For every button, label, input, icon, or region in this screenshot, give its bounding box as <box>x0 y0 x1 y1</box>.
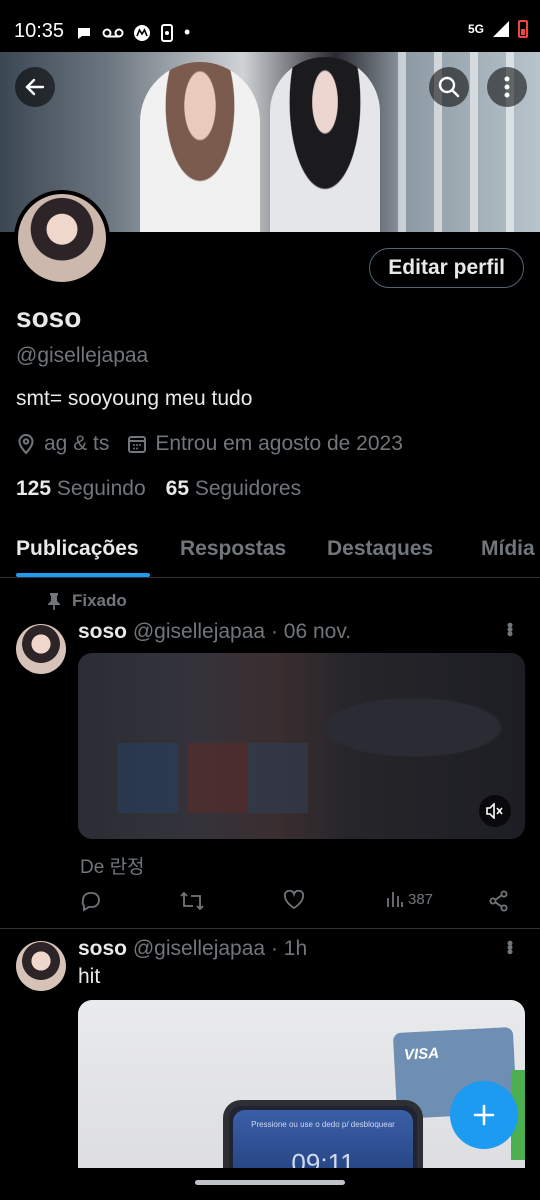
plus-icon <box>473 1104 495 1126</box>
system-nav-bar <box>0 1168 540 1200</box>
chat-bubble-icon <box>78 27 90 39</box>
post-separator: · <box>270 620 278 643</box>
repost-button[interactable] <box>179 890 205 912</box>
pinned-text: Fixado <box>72 591 127 610</box>
volume-muted-icon <box>486 803 503 819</box>
post-video[interactable] <box>78 653 525 839</box>
post-avatar[interactable] <box>16 624 66 674</box>
more-vertical-icon <box>504 76 510 98</box>
views-button[interactable]: 387 <box>386 890 433 908</box>
compose-button[interactable] <box>450 1081 518 1149</box>
post-author-handle: @gisellejapaa <box>132 937 266 960</box>
video-backdrop-left <box>118 743 178 813</box>
tab-highlights[interactable]: Destaques <box>327 537 433 561</box>
post-divider <box>0 928 540 929</box>
dot-icon: • <box>184 22 191 42</box>
profile-tabs: Publicações Respostas Destaques Mídia <box>0 522 540 578</box>
back-button[interactable] <box>15 67 55 107</box>
heart-icon <box>283 890 305 910</box>
profile-bio: smt= sooyoung meu tudo <box>16 387 253 410</box>
following-count: 125 <box>16 477 52 500</box>
repost-icon <box>180 891 204 911</box>
display-name: soso <box>16 302 82 333</box>
post-time[interactable]: 06 nov. <box>284 620 351 643</box>
pinned-label: Fixado <box>48 591 127 611</box>
motorola-icon <box>134 24 150 41</box>
phone-unlock-hint: Pressione ou use o dedo p/ desbloquear <box>251 1120 395 1129</box>
joined-item: Entrou em agosto de 2023 <box>127 432 403 456</box>
post-actions: 387 <box>78 890 518 918</box>
following-link[interactable]: 125 Seguindo <box>16 477 146 501</box>
active-tab-indicator <box>16 573 150 577</box>
status-notification-icons: • <box>76 22 190 43</box>
card-brand: VISA <box>403 1044 440 1064</box>
post-text: hit <box>78 965 101 988</box>
share-icon <box>489 890 508 912</box>
reply-button[interactable] <box>80 890 102 912</box>
followers-label: Seguidores <box>194 477 302 500</box>
location-item: ag & ts <box>16 432 109 456</box>
edit-profile-button[interactable]: Editar perfil <box>369 248 524 288</box>
joined-text: Entrou em agosto de 2023 <box>155 432 403 455</box>
tab-media[interactable]: Mídia <box>481 537 535 561</box>
status-time: 10:35 <box>14 20 65 42</box>
pin-icon <box>48 593 60 610</box>
profile-avatar[interactable] <box>14 190 110 286</box>
views-bar-chart-icon <box>387 892 403 907</box>
reply-icon <box>81 892 100 912</box>
video-backdrop-mid <box>188 743 248 813</box>
tab-posts[interactable]: Publicações <box>16 537 139 561</box>
post-separator: · <box>270 937 278 960</box>
location-pin-icon <box>18 433 34 455</box>
post-more-icon[interactable]: ••• <box>499 622 520 635</box>
post-author-name[interactable]: soso <box>78 620 127 643</box>
tab-replies[interactable]: Respostas <box>180 537 286 561</box>
views-count: 387 <box>408 890 434 908</box>
profile-meta: ag & ts Entrou em agosto de 2023 <box>16 432 421 456</box>
post-caption: De 란정 <box>80 857 145 878</box>
video-backdrop-right <box>248 743 308 813</box>
home-indicator[interactable] <box>195 1180 345 1185</box>
mute-button[interactable] <box>479 795 511 827</box>
signal-icon <box>493 21 509 37</box>
voicemail-icon <box>102 28 124 37</box>
network-label: 5G <box>467 22 484 36</box>
followers-link[interactable]: 65 Seguidores <box>166 477 301 501</box>
post-author-handle: @gisellejapaa <box>132 620 266 643</box>
share-button[interactable] <box>488 890 510 912</box>
status-bar: 10:35 • 5G <box>0 0 540 52</box>
post-header: soso @gisellejapaa · 06 nov. <box>78 620 351 644</box>
status-system-icons: 5G <box>468 20 528 38</box>
post-more-icon[interactable]: ••• <box>499 940 520 953</box>
post-avatar[interactable] <box>16 941 66 991</box>
more-button[interactable] <box>487 67 527 107</box>
banner-person-left <box>140 62 260 232</box>
search-button[interactable] <box>429 67 469 107</box>
banner-person-right <box>270 57 380 232</box>
location-text: ag & ts <box>44 432 110 455</box>
arrow-left-icon <box>25 78 45 96</box>
post-image[interactable]: VISA Pressione ou use o dedo p/ desbloqu… <box>78 1000 525 1180</box>
like-button[interactable] <box>283 890 305 910</box>
calendar-icon <box>128 436 147 453</box>
battery-low-icon <box>518 20 528 38</box>
post-header: soso @gisellejapaa · 1h <box>78 937 307 961</box>
post-author-name[interactable]: soso <box>78 937 127 960</box>
followers-count: 65 <box>165 477 189 500</box>
following-label: Seguindo <box>56 477 146 500</box>
phone-sync-icon <box>161 23 173 42</box>
follow-stats: 125 Seguindo 65 Seguidores <box>16 477 321 501</box>
user-handle: @gisellejapaa <box>16 344 149 367</box>
search-icon <box>438 76 460 98</box>
post-time[interactable]: 1h <box>284 937 307 960</box>
